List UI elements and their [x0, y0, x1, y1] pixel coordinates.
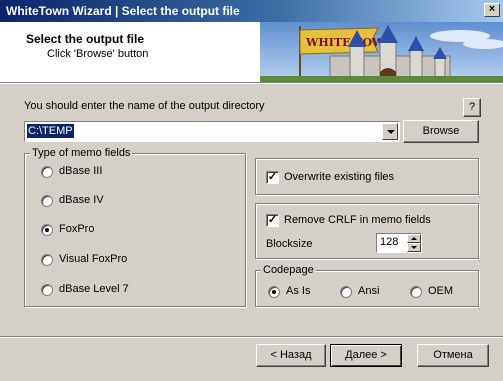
blocksize-spinner[interactable]: 128: [376, 233, 422, 253]
codepage-group-title: Codepage: [261, 264, 316, 276]
step-subtitle: Click 'Browse' button: [47, 48, 149, 60]
radio-dbase7-label[interactable]: dBase Level 7: [59, 283, 129, 295]
spin-up-icon[interactable]: [407, 234, 421, 243]
blocksize-label: Blocksize: [266, 238, 313, 250]
divider: [0, 337, 503, 338]
radio-codepage-oem-label[interactable]: OEM: [428, 285, 453, 297]
overwrite-checkbox[interactable]: ✓: [266, 171, 279, 184]
radio-visual-foxpro-label[interactable]: Visual FoxPro: [59, 253, 127, 265]
radio-codepage-oem[interactable]: [410, 286, 422, 298]
output-path-value: C:\TEMP: [27, 124, 74, 138]
browse-button[interactable]: Browse: [403, 120, 479, 143]
radio-codepage-ansi[interactable]: [340, 286, 352, 298]
remove-crlf-label[interactable]: Remove CRLF in memo fields: [284, 214, 431, 226]
window-title: WhiteTown Wizard | Select the output fil…: [6, 4, 240, 18]
radio-dbase3-label[interactable]: dBase III: [59, 165, 102, 177]
cancel-button[interactable]: Отмена: [417, 344, 489, 367]
next-button[interactable]: Далее >: [330, 344, 402, 367]
radio-foxpro[interactable]: [41, 224, 53, 236]
radio-codepage-ansi-label[interactable]: Ansi: [358, 285, 379, 297]
chevron-down-icon[interactable]: [382, 123, 398, 140]
castle-logo-icon: WHITE TOWN: [260, 22, 503, 82]
browse-label: Browse: [422, 125, 460, 137]
output-dir-prompt: You should enter the name of the output …: [24, 100, 265, 112]
close-icon: ×: [488, 3, 496, 15]
radio-codepage-asis-label[interactable]: As Is: [286, 285, 310, 297]
crlf-group: [255, 203, 479, 259]
check-icon: ✓: [267, 214, 278, 226]
back-button[interactable]: < Назад: [256, 344, 326, 367]
check-icon: ✓: [267, 171, 278, 183]
blocksize-value[interactable]: 128: [380, 236, 398, 248]
divider: [0, 83, 503, 84]
help-icon: ?: [468, 101, 476, 113]
remove-crlf-checkbox[interactable]: ✓: [266, 214, 279, 227]
radio-dbase7[interactable]: [41, 284, 53, 296]
help-button[interactable]: ?: [463, 98, 481, 117]
step-title: Select the output file: [26, 32, 145, 46]
radio-codepage-asis[interactable]: [268, 286, 280, 298]
title-bar: WhiteTown Wizard | Select the output fil…: [0, 0, 503, 22]
radio-dbase3[interactable]: [41, 166, 53, 178]
back-label: < Назад: [270, 349, 312, 361]
radio-dbase4[interactable]: [41, 195, 53, 207]
memo-type-group-title: Type of memo fields: [30, 147, 133, 159]
wizard-header: Select the output file Click 'Browse' bu…: [0, 22, 503, 82]
output-path-combo[interactable]: C:\TEMP: [24, 121, 400, 142]
memo-type-group: [24, 153, 246, 307]
radio-visual-foxpro[interactable]: [41, 254, 53, 266]
spin-down-icon[interactable]: [407, 243, 421, 252]
next-label: Далее >: [345, 349, 387, 361]
radio-foxpro-label[interactable]: FoxPro: [59, 223, 94, 235]
close-button[interactable]: ×: [484, 3, 500, 17]
overwrite-label[interactable]: Overwrite existing files: [284, 171, 394, 183]
radio-dbase4-label[interactable]: dBase IV: [59, 194, 104, 206]
cancel-label: Отмена: [433, 349, 473, 361]
